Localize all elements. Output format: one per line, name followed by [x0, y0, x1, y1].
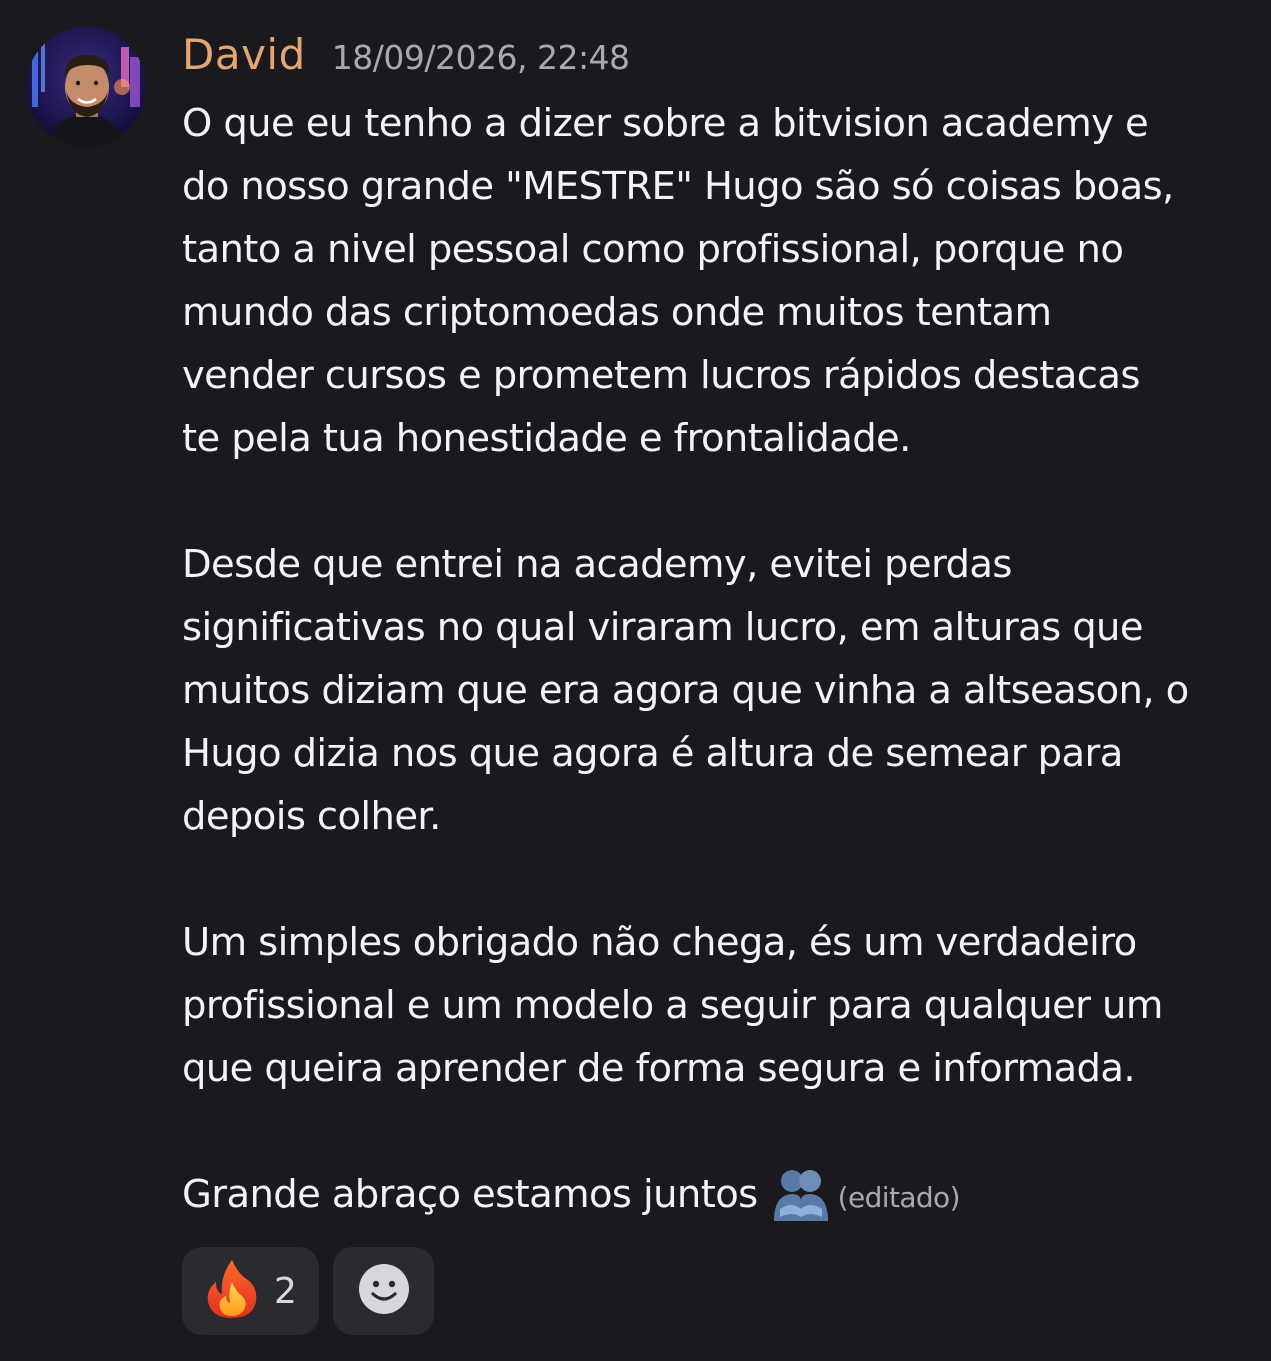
- text-line: te pela tua honestidade e frontalidade.: [182, 416, 911, 461]
- user-avatar[interactable]: [26, 27, 146, 147]
- message-timestamp: 18/09/2026, 22:48: [331, 38, 630, 77]
- text-line: profissional e um modelo a seguir para q…: [182, 983, 1163, 1028]
- chat-message: David 18/09/2026, 22:48 O que eu tenho a…: [0, 0, 1271, 1361]
- fire-reaction-button[interactable]: 2: [182, 1247, 319, 1335]
- text-line: Hugo dizia nos que agora é altura de sem…: [182, 731, 1123, 776]
- message-paragraph-3: Um simples obrigado não chega, és um ver…: [182, 911, 1262, 1100]
- text-line: O que eu tenho a dizer sobre a bitvision…: [182, 101, 1149, 146]
- add-reaction-button[interactable]: [333, 1247, 434, 1335]
- people-hugging-icon: [770, 1167, 832, 1223]
- avatar-photo-icon: [26, 27, 146, 147]
- reaction-count: 2: [274, 1270, 297, 1312]
- text-line: muitos diziam que era agora que vinha a …: [182, 668, 1189, 713]
- text-line: significativas no qual viraram lucro, em…: [182, 605, 1144, 650]
- text-line: mundo das criptomoedas onde muitos tenta…: [182, 290, 1052, 335]
- add-reaction-smiley-icon: [358, 1263, 410, 1319]
- message-header: David 18/09/2026, 22:48: [182, 30, 630, 79]
- message-last-line: Grande abraço estamos juntos (editado): [182, 1163, 1262, 1226]
- text-line: que queira aprender de forma segura e in…: [182, 1046, 1136, 1091]
- text-line: depois colher.: [182, 794, 441, 839]
- author-name[interactable]: David: [182, 30, 306, 79]
- text-line: vender cursos e prometem lucros rápidos …: [182, 353, 1140, 398]
- fire-emoji-icon: [204, 1258, 260, 1324]
- text-line: do nosso grande "MESTRE" Hugo são só coi…: [182, 164, 1174, 209]
- text-line: Um simples obrigado não chega, és um ver…: [182, 920, 1137, 965]
- message-paragraph-2: Desde que entrei na academy, evitei perd…: [182, 533, 1262, 848]
- edited-label: (editado): [837, 1181, 961, 1214]
- text-line: Grande abraço estamos juntos: [182, 1172, 758, 1217]
- reactions-bar: 2: [182, 1247, 434, 1335]
- message-paragraph-1: O que eu tenho a dizer sobre a bitvision…: [182, 92, 1262, 470]
- text-line: tanto a nivel pessoal como profissional,…: [182, 227, 1124, 272]
- message-content: O que eu tenho a dizer sobre a bitvision…: [182, 92, 1262, 1226]
- text-line: Desde que entrei na academy, evitei perd…: [182, 542, 1012, 587]
